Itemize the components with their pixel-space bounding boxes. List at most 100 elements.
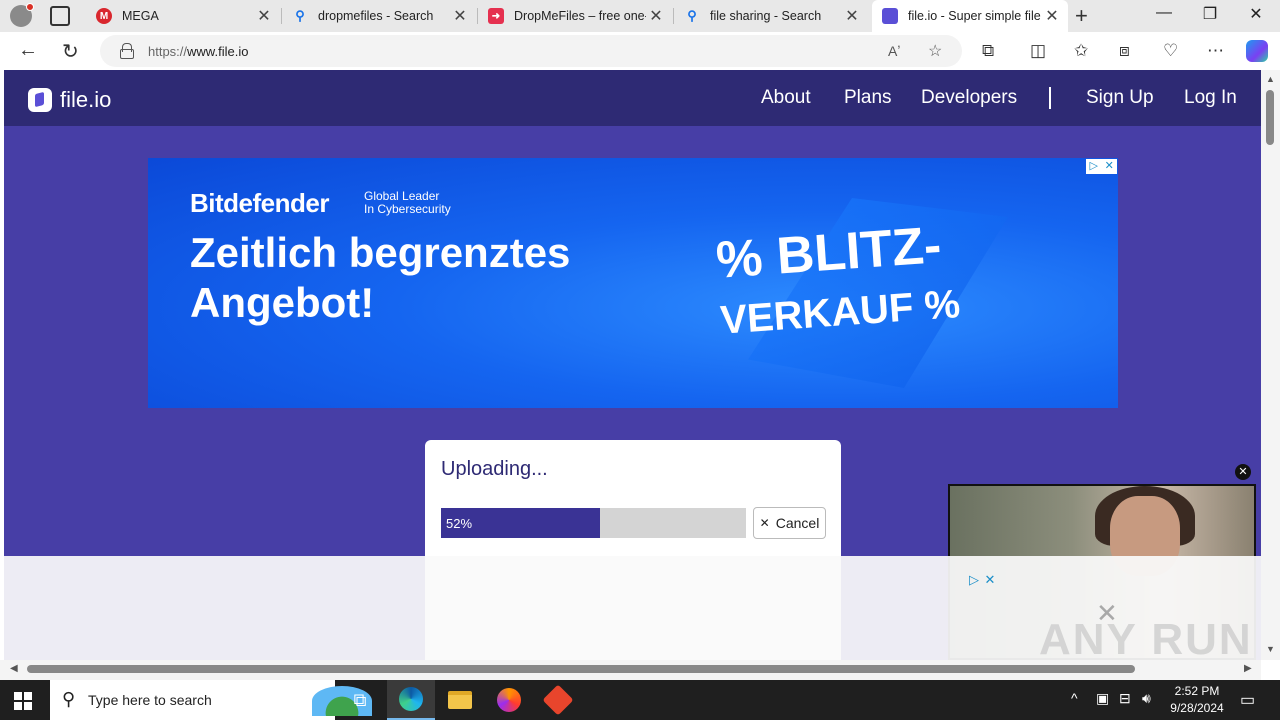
new-tab-icon[interactable]: + bbox=[1075, 3, 1088, 29]
profile-avatar-icon[interactable] bbox=[10, 3, 34, 27]
favorite-star-icon[interactable]: ☆ bbox=[928, 41, 942, 61]
ad-info-icon[interactable]: ▷ bbox=[1086, 159, 1102, 174]
watermark: ANY RUN bbox=[1039, 615, 1253, 660]
refresh-icon[interactable]: ↻ bbox=[62, 39, 79, 64]
tab-actions-icon[interactable] bbox=[50, 6, 70, 26]
network-icon[interactable]: ⊟ bbox=[1119, 690, 1131, 707]
ad-choices-badge[interactable]: ▷ ✕ bbox=[1086, 159, 1117, 174]
ad-headline: Zeitlich begrenztes Angebot! bbox=[190, 229, 571, 326]
edge-icon bbox=[399, 687, 423, 711]
search-icon: ⚲ bbox=[687, 8, 697, 23]
ad-brand: Bitdefender bbox=[190, 188, 329, 218]
ad-info-icon[interactable]: ▷ bbox=[966, 572, 982, 587]
nav-plans-link[interactable]: Plans bbox=[844, 87, 892, 109]
mega-icon: M bbox=[96, 8, 112, 24]
copilot-icon[interactable] bbox=[1246, 40, 1268, 62]
taskbar: ⚲ Type here to search ⧉ ^ ▣ ⊟ 🔊︎ 2:52 PM… bbox=[0, 680, 1280, 720]
upload-title: Uploading... bbox=[441, 458, 548, 480]
logo-text: file.io bbox=[60, 87, 112, 112]
clock-time: 2:52 PM bbox=[1174, 684, 1220, 698]
tab-title: file.io - Super simple file bbox=[908, 9, 1041, 23]
dropmefiles-icon: ➜ bbox=[488, 8, 504, 24]
windows-start-icon[interactable] bbox=[14, 692, 32, 710]
notifications-icon[interactable]: ▭ bbox=[1240, 690, 1255, 710]
taskbar-edge-button[interactable] bbox=[387, 680, 435, 720]
lock-icon[interactable] bbox=[120, 43, 134, 59]
browser-tab-dropmefiles-search[interactable]: ⚲ dropmefiles - Search ✕ bbox=[284, 0, 476, 32]
collections-icon[interactable]: ⧈ bbox=[1119, 41, 1130, 61]
horizontal-scrollbar[interactable]: ◀ ▶ bbox=[0, 660, 1261, 680]
upload-progress-label: 52% bbox=[446, 516, 473, 531]
more-menu-icon[interactable]: ⋯ bbox=[1207, 41, 1224, 61]
upload-progress-bar: 52% bbox=[441, 508, 746, 538]
scroll-left-icon[interactable]: ◀ bbox=[10, 663, 18, 674]
address-bar[interactable]: https://www.file.io Aʼ ☆ bbox=[100, 35, 962, 67]
vertical-scroll-thumb[interactable] bbox=[1266, 90, 1274, 145]
browser-tab-strip: M MEGA ✕ ⚲ dropmefiles - Search ✕ ➜ Drop… bbox=[0, 0, 1280, 32]
scroll-up-icon[interactable]: ▲ bbox=[1266, 74, 1275, 84]
nav-developers-link[interactable]: Developers bbox=[921, 87, 1017, 109]
nav-log-in-link[interactable]: Log In bbox=[1184, 87, 1237, 109]
browser-tab-mega[interactable]: M MEGA ✕ bbox=[88, 0, 280, 32]
anyrun-icon bbox=[542, 684, 574, 716]
close-tab-icon[interactable]: ✕ bbox=[1042, 6, 1062, 26]
minimize-icon[interactable]: — bbox=[1141, 4, 1187, 22]
scroll-right-icon[interactable]: ▶ bbox=[1244, 663, 1252, 674]
cancel-upload-button[interactable]: ✕ Cancel bbox=[753, 507, 826, 539]
browser-tab-fileio[interactable]: file.io - Super simple file ✕ bbox=[872, 0, 1068, 32]
close-tab-icon[interactable]: ✕ bbox=[646, 6, 666, 26]
close-tab-icon[interactable]: ✕ bbox=[254, 6, 274, 26]
advertisement-banner[interactable]: Bitdefender Global Leader In Cybersecurit… bbox=[148, 158, 1118, 408]
file-explorer-icon bbox=[448, 691, 472, 709]
vertical-scrollbar[interactable]: ▲ ▼ bbox=[1261, 70, 1280, 660]
taskbar-anyrun-button[interactable] bbox=[534, 680, 582, 720]
favorites-icon[interactable]: ✩ bbox=[1074, 41, 1088, 61]
clock-date: 9/28/2024 bbox=[1170, 701, 1224, 715]
extensions-icon[interactable]: ⧉ bbox=[982, 41, 994, 61]
read-aloud-icon[interactable]: Aʼ bbox=[888, 43, 900, 59]
tab-title: dropmefiles - Search bbox=[318, 9, 434, 23]
scroll-down-icon[interactable]: ▼ bbox=[1266, 644, 1275, 654]
close-icon: ✕ bbox=[759, 516, 770, 530]
nav-about-link[interactable]: About bbox=[761, 87, 811, 109]
browser-essentials-icon[interactable]: ♡ bbox=[1163, 41, 1178, 61]
split-screen-icon[interactable]: ◫ bbox=[1030, 41, 1046, 61]
restore-icon[interactable]: ❐ bbox=[1187, 4, 1233, 24]
nav-sign-up-link[interactable]: Sign Up bbox=[1086, 87, 1154, 109]
browser-tab-dropmefiles[interactable]: ➜ DropMeFiles – free one-c ✕ bbox=[480, 0, 672, 32]
volume-icon[interactable]: 🔊︎ bbox=[1142, 690, 1151, 707]
device-icon[interactable]: ▣ bbox=[1096, 690, 1109, 707]
horizontal-scroll-thumb[interactable] bbox=[27, 665, 1135, 673]
taskbar-firefox-button[interactable] bbox=[485, 680, 533, 720]
close-tab-icon[interactable]: ✕ bbox=[450, 6, 470, 26]
tab-title: file sharing - Search bbox=[710, 9, 822, 23]
video-ad-close-icon[interactable]: ✕ bbox=[1235, 464, 1251, 480]
browser-toolbar: ← ↻ https://www.file.io Aʼ ☆ ⧉ ◫ ✩ ⧈ ♡ ⋯ bbox=[0, 32, 1280, 70]
page-viewport: file.io About Plans Developers Sign Up L… bbox=[4, 70, 1261, 660]
ad-promo-text: % BLITZ- VERKAUF % bbox=[714, 216, 962, 343]
browser-tab-file-sharing-search[interactable]: ⚲ file sharing - Search ✕ bbox=[676, 0, 868, 32]
tab-title: MEGA bbox=[122, 9, 159, 23]
tab-title: DropMeFiles – free one-c bbox=[514, 9, 646, 23]
fileio-icon bbox=[882, 8, 898, 24]
task-view-icon: ⧉ bbox=[353, 689, 367, 710]
show-hidden-icons-icon[interactable]: ^ bbox=[1071, 690, 1078, 706]
search-icon: ⚲ bbox=[295, 8, 305, 23]
taskbar-search-placeholder: Type here to search bbox=[88, 692, 212, 708]
taskbar-explorer-button[interactable] bbox=[436, 680, 484, 720]
ad-close-icon[interactable]: ✕ bbox=[1102, 159, 1118, 174]
back-icon[interactable]: ← bbox=[18, 39, 38, 62]
task-view-button[interactable]: ⧉ bbox=[336, 680, 384, 720]
close-window-icon[interactable]: ✕ bbox=[1233, 4, 1279, 24]
url-text[interactable]: https://www.file.io bbox=[148, 44, 248, 59]
video-ad-choices-badge[interactable]: ▷ ✕ bbox=[966, 572, 998, 587]
firefox-icon bbox=[497, 688, 521, 712]
search-icon: ⚲ bbox=[62, 689, 76, 709]
ad-tagline: Global Leader In Cybersecurity bbox=[364, 189, 451, 216]
taskbar-search-box[interactable]: ⚲ Type here to search bbox=[50, 680, 372, 720]
ad-close-icon[interactable]: ✕ bbox=[982, 572, 998, 587]
site-logo[interactable]: file.io bbox=[28, 87, 111, 113]
cancel-label: Cancel bbox=[775, 515, 820, 531]
system-clock[interactable]: 2:52 PM 9/28/2024 bbox=[1165, 683, 1229, 717]
close-tab-icon[interactable]: ✕ bbox=[842, 6, 862, 26]
